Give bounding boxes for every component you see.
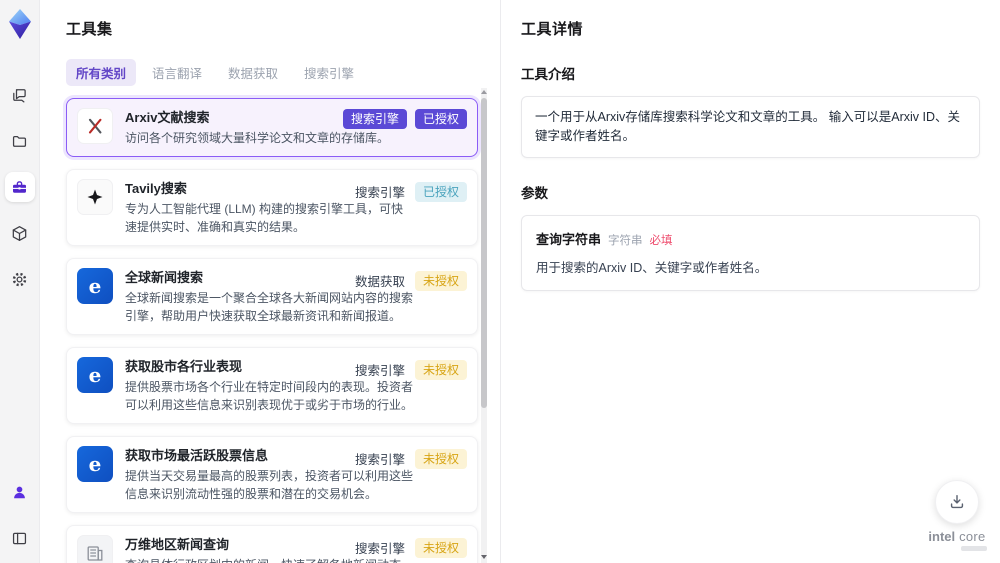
folder-icon bbox=[12, 135, 27, 147]
param-required-flag: 必填 bbox=[649, 235, 673, 247]
detail-title: 工具详情 bbox=[521, 21, 584, 38]
collapse-sidebar-button[interactable] bbox=[5, 523, 35, 553]
brand-sub-mark bbox=[961, 546, 987, 551]
blue-e-logo-icon: e bbox=[77, 446, 113, 482]
blue-e-logo-icon: e bbox=[77, 357, 113, 393]
cube-icon bbox=[12, 225, 27, 241]
tab-language-translation[interactable]: 语言翻译 bbox=[142, 59, 212, 86]
auth-status-badge: 已授权 bbox=[414, 109, 467, 129]
page-title: 工具集 bbox=[66, 21, 113, 38]
tool-list-panel: 工具集 所有类别 语言翻译 数据获取 搜索引擎 Arxiv文献搜索 访问各个研究… bbox=[40, 0, 500, 563]
category-badge: 搜索引擎 bbox=[354, 542, 405, 556]
download-icon bbox=[950, 495, 964, 509]
category-tabs: 所有类别 语言翻译 数据获取 搜索引擎 bbox=[66, 59, 500, 86]
user-icon bbox=[14, 486, 25, 498]
tab-all-categories[interactable]: 所有类别 bbox=[66, 59, 137, 86]
sidebar-item-files[interactable] bbox=[5, 126, 35, 156]
user-profile-button[interactable] bbox=[5, 477, 35, 507]
sidebar-item-settings[interactable] bbox=[5, 264, 35, 294]
param-name: 查询字符串 bbox=[536, 232, 602, 247]
download-button[interactable] bbox=[935, 480, 979, 524]
sidebar-item-tools[interactable] bbox=[4, 172, 35, 202]
category-badge: 搜索引擎 bbox=[354, 186, 405, 200]
list-scrollbar[interactable] bbox=[481, 88, 487, 563]
auth-status-badge: 未授权 bbox=[414, 448, 467, 469]
scrollbar-thumb[interactable] bbox=[481, 98, 487, 408]
tool-card-active-stocks[interactable]: e 获取市场最活跃股票信息 提供当天交易量最高的股票列表，投资者可以利用这些信息… bbox=[66, 436, 478, 513]
tool-card-tavily[interactable]: Tavily搜索 专为人工智能代理 (LLM) 构建的搜索引擎工具，可快速提供实… bbox=[66, 169, 478, 246]
corner-widget: intel core bbox=[927, 480, 987, 551]
tool-description: 访问各个研究领域大量科学论文和文章的存储库。 bbox=[125, 131, 390, 145]
tool-description: 全球新闻搜索是一个聚合全球各大新闻网站内容的搜索引擎，帮助用户快速获取全球最新资… bbox=[125, 291, 414, 323]
tool-detail-panel: 工具详情 工具介绍 一个用于从Arxiv存储库搜索科学论文和文章的工具。 输入可… bbox=[500, 0, 1000, 563]
tool-description: 提供当天交易量最高的股票列表，投资者可以利用这些信息来识别流动性强的股票和潜在的… bbox=[125, 469, 414, 501]
panel-collapse-icon bbox=[12, 532, 27, 544]
tavily-star-icon bbox=[77, 179, 113, 215]
auth-status-badge: 未授权 bbox=[414, 270, 467, 291]
newspaper-icon bbox=[77, 535, 113, 563]
parameter-card: 查询字符串 字符串 必填 用于搜索的Arxiv ID、关键字或作者姓名。 bbox=[521, 215, 980, 291]
auth-status-badge: 未授权 bbox=[414, 359, 467, 380]
tool-intro-box: 一个用于从Arxiv存储库搜索科学论文和文章的工具。 输入可以是Arxiv ID… bbox=[521, 96, 980, 158]
tool-description: 提供股票市场各个行业在特定时间段内的表现。投资者可以利用这些信息来识别表现优于或… bbox=[125, 380, 414, 412]
nav-rail bbox=[0, 0, 40, 563]
tool-card-global-news[interactable]: e 全球新闻搜索 全球新闻搜索是一个聚合全球各大新闻网站内容的搜索引擎，帮助用户… bbox=[66, 258, 478, 335]
tab-search-engine[interactable]: 搜索引擎 bbox=[294, 59, 364, 86]
tool-card-arxiv[interactable]: Arxiv文献搜索 访问各个研究领域大量科学论文和文章的存储库。 搜索引擎 已授… bbox=[66, 98, 478, 157]
category-badge: 搜索引擎 bbox=[354, 364, 405, 378]
app-window: 工具集 所有类别 语言翻译 数据获取 搜索引擎 Arxiv文献搜索 访问各个研究… bbox=[0, 0, 1000, 563]
category-badge: 数据获取 bbox=[354, 275, 405, 289]
blue-e-logo-icon: e bbox=[77, 268, 113, 304]
param-description: 用于搜索的Arxiv ID、关键字或作者姓名。 bbox=[536, 261, 768, 275]
category-badge: 搜索引擎 bbox=[342, 109, 407, 129]
sidebar-item-chat[interactable] bbox=[5, 80, 35, 110]
auth-status-badge: 未授权 bbox=[414, 537, 467, 558]
tool-card-sector-performance[interactable]: e 获取股市各行业表现 提供股票市场各个行业在特定时间段内的表现。投资者可以利用… bbox=[66, 347, 478, 424]
arxiv-logo-icon bbox=[77, 108, 113, 144]
scrollbar-down-arrow[interactable] bbox=[481, 555, 487, 559]
toolbox-icon bbox=[13, 180, 26, 193]
sidebar-item-models[interactable] bbox=[5, 218, 35, 248]
intel-core-logo: intel core bbox=[928, 529, 986, 544]
category-badge: 搜索引擎 bbox=[354, 453, 405, 467]
gear-icon bbox=[12, 272, 27, 286]
intro-heading: 工具介绍 bbox=[521, 67, 575, 82]
auth-status-badge: 已授权 bbox=[414, 181, 467, 202]
tool-card-regional-news[interactable]: 万维地区新闻查询 查询具体行政区划内的新闻，快速了解各地新闻动态 搜索引擎 未授… bbox=[66, 525, 478, 563]
param-type: 字符串 bbox=[608, 235, 643, 247]
tool-description: 专为人工智能代理 (LLM) 构建的搜索引擎工具，可快速提供实时、准确和真实的结… bbox=[125, 202, 404, 234]
params-heading: 参数 bbox=[521, 186, 548, 201]
tool-list: Arxiv文献搜索 访问各个研究领域大量科学论文和文章的存储库。 搜索引擎 已授… bbox=[66, 98, 478, 563]
chat-icon bbox=[13, 88, 26, 102]
app-logo-icon bbox=[8, 9, 31, 39]
scrollbar-up-arrow[interactable] bbox=[481, 90, 487, 94]
tab-data-fetch[interactable]: 数据获取 bbox=[218, 59, 288, 86]
